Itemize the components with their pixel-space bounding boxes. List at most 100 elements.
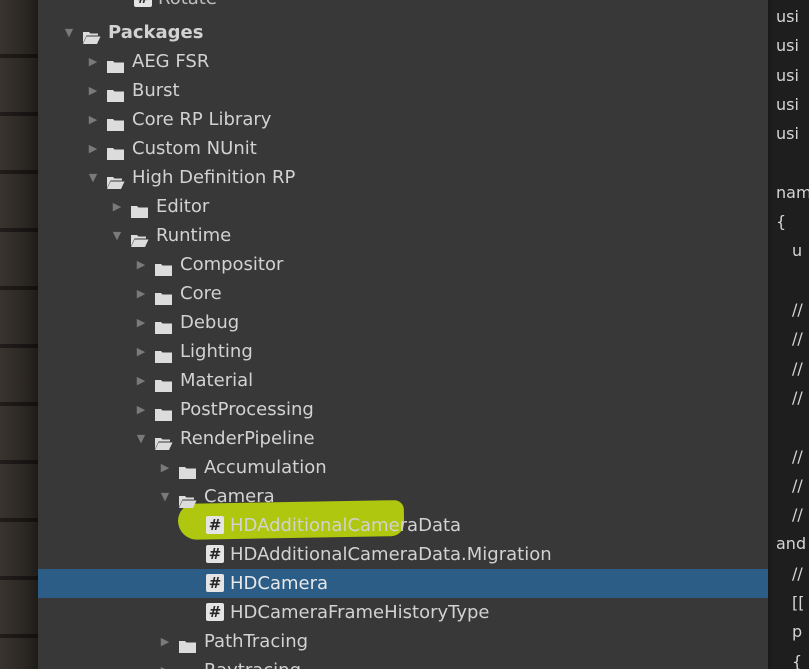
folder-icon <box>154 257 173 276</box>
expand-arrow-right-icon[interactable]: ▶ <box>134 279 148 308</box>
tree-item-script[interactable]: # HDCamera <box>38 569 768 598</box>
code-line: and <box>776 534 807 554</box>
tree-item-label: Material <box>180 370 254 391</box>
tree-item-folder[interactable]: ▶ AEG FSR <box>38 47 768 76</box>
tree-item-label: HDCameraFrameHistoryType <box>230 602 490 623</box>
folder-open-icon <box>178 489 197 508</box>
folder-icon <box>154 315 173 334</box>
tree-item-label: Accumulation <box>204 457 327 478</box>
code-line: // <box>792 446 803 466</box>
expand-arrow-down-icon[interactable]: ▼ <box>110 221 124 250</box>
expand-arrow-right-icon[interactable]: ▶ <box>158 656 172 669</box>
folder-icon <box>154 373 173 392</box>
csharp-script-icon: # <box>206 603 224 621</box>
tree-item-label: Core <box>180 283 222 304</box>
tree-item-folder[interactable]: ▶ Editor <box>38 192 768 221</box>
folder-icon <box>106 112 125 131</box>
tree-item-label: Lighting <box>180 341 253 362</box>
tree-item-folder[interactable]: ▶ Lighting <box>38 337 768 366</box>
folder-open-icon <box>154 431 173 450</box>
code-line: u <box>792 241 803 261</box>
expand-arrow-down-icon[interactable]: ▼ <box>158 482 172 511</box>
code-line: usi <box>776 124 799 144</box>
expand-arrow-right-icon[interactable]: ▶ <box>158 453 172 482</box>
tree-item-label: Camera <box>204 486 275 507</box>
tree-item-folder[interactable]: ▼ Packages <box>38 18 768 47</box>
expand-arrow-down-icon[interactable]: ▼ <box>62 18 76 47</box>
tree-item-script[interactable]: # HDAdditionalCameraData.Migration <box>38 540 768 569</box>
background-brick-wall <box>0 0 38 669</box>
tree-item-folder[interactable]: ▶ Debug <box>38 308 768 337</box>
folder-icon <box>106 83 125 102</box>
code-line: usi <box>776 65 799 85</box>
tree-item-label: RenderPipeline <box>180 428 315 449</box>
tree-item-rotate-partial[interactable]: # Rotate <box>38 0 768 13</box>
tree-item-folder[interactable]: ▶ Custom NUnit <box>38 134 768 163</box>
tree-item-label: Debug <box>180 312 240 333</box>
expand-arrow-down-icon[interactable]: ▼ <box>134 424 148 453</box>
tree-item-label: PostProcessing <box>180 399 314 420</box>
folder-icon <box>154 402 173 421</box>
tree-item-label: Runtime <box>156 225 232 246</box>
tree-item-label: Rotate <box>158 0 217 13</box>
tree-item-label: AEG FSR <box>132 51 210 72</box>
code-line: // <box>792 358 803 378</box>
tree-item-folder[interactable]: ▼ RenderPipeline <box>38 424 768 453</box>
tree-item-script[interactable]: # HDCameraFrameHistoryType <box>38 598 768 627</box>
expand-arrow-right-icon[interactable]: ▶ <box>158 627 172 656</box>
tree-item-label: PathTracing <box>204 631 309 652</box>
code-line: // <box>792 505 803 525</box>
tree-item-label: Custom NUnit <box>132 138 257 159</box>
tree-item-script[interactable]: # HDAdditionalCameraData <box>38 511 768 540</box>
folder-open-icon <box>130 228 149 247</box>
expand-arrow-right-icon[interactable]: ▶ <box>86 105 100 134</box>
tree-item-folder[interactable]: ▼ High Definition RP <box>38 163 768 192</box>
tree-item-folder[interactable]: ▶ PostProcessing <box>38 395 768 424</box>
code-line: { <box>792 651 803 669</box>
tree-item-label: Raytracing <box>204 656 301 669</box>
tree-item-label: HDCamera <box>230 573 329 594</box>
tree-item-folder[interactable]: ▶ PathTracing <box>38 627 768 656</box>
expand-arrow-right-icon[interactable]: ▶ <box>110 192 124 221</box>
expand-arrow-right-icon[interactable]: ▶ <box>134 395 148 424</box>
folder-icon <box>178 634 197 653</box>
tree-item-folder[interactable]: ▶ Compositor <box>38 250 768 279</box>
folder-icon <box>106 54 125 73</box>
csharp-script-icon: # <box>134 0 152 7</box>
tree-item-folder[interactable]: ▼ Camera <box>38 482 768 511</box>
code-line: usi <box>776 94 799 114</box>
tree-item-folder[interactable]: ▶ Material <box>38 366 768 395</box>
expand-arrow-right-icon[interactable]: ▶ <box>86 47 100 76</box>
code-line: // <box>792 563 803 583</box>
code-editor[interactable]: usi usi usi usi usi nam{u//////////////and//[… <box>771 0 809 669</box>
tree-item-label: Packages <box>108 22 204 43</box>
code-line: // <box>792 300 803 319</box>
tree-item-label: HDAdditionalCameraData <box>230 515 462 536</box>
folder-icon <box>130 199 149 218</box>
tree-item-label: Compositor <box>180 254 284 275</box>
expand-arrow-right-icon[interactable]: ▶ <box>86 134 100 163</box>
folder-icon <box>154 344 173 363</box>
code-line: p <box>792 622 803 642</box>
folder-icon <box>154 286 173 305</box>
tree-item-folder[interactable]: ▶ Core RP Library <box>38 105 768 134</box>
expand-arrow-down-icon[interactable]: ▼ <box>86 163 100 192</box>
csharp-script-icon: # <box>206 545 224 563</box>
folder-icon <box>178 663 197 669</box>
expand-arrow-right-icon[interactable]: ▶ <box>134 308 148 337</box>
expand-arrow-right-icon[interactable]: ▶ <box>134 337 148 366</box>
csharp-script-icon: # <box>206 516 224 534</box>
code-line: usi <box>776 36 799 56</box>
expand-arrow-right-icon[interactable]: ▶ <box>134 250 148 279</box>
tree-item-folder[interactable]: ▶ Raytracing <box>38 656 768 669</box>
code-line: usi <box>776 7 799 26</box>
code-line: // <box>792 329 803 349</box>
tree-item-folder[interactable]: ▼ Runtime <box>38 221 768 250</box>
tree-item-folder[interactable]: ▶ Burst <box>38 76 768 105</box>
expand-arrow-right-icon[interactable]: ▶ <box>86 76 100 105</box>
tree-item-folder[interactable]: ▶ Core <box>38 279 768 308</box>
expand-arrow-right-icon[interactable]: ▶ <box>134 366 148 395</box>
tree-item-folder[interactable]: ▶ Accumulation <box>38 453 768 482</box>
folder-icon <box>106 141 125 160</box>
tree-item-label: Core RP Library <box>132 109 272 130</box>
